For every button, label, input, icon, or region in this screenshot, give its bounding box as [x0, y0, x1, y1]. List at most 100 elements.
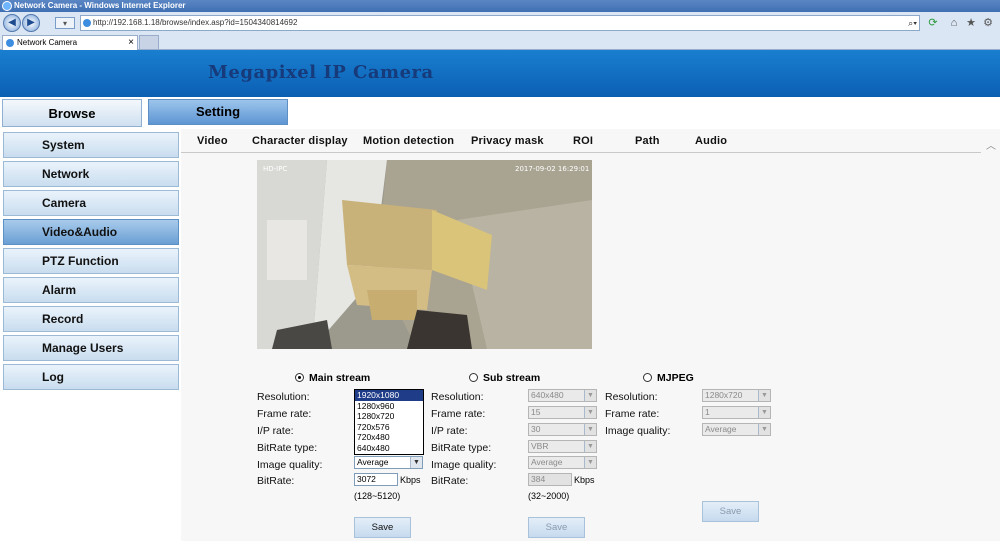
sub-save-button[interactable]: Save — [528, 517, 585, 538]
sub-bitrate-label: BitRate: — [431, 475, 469, 487]
back-arrow-icon[interactable]: ◀ — [3, 14, 21, 32]
camera-view-image: HD-IPC 2017-09-02 16:29:01 — [257, 160, 592, 349]
compat-view-icon[interactable]: ▾ — [55, 17, 75, 29]
browser-tab[interactable]: Network Camera × — [2, 35, 138, 50]
sidebar-item-video-audio[interactable]: Video&Audio — [3, 219, 179, 245]
sidebar-item-ptz-function[interactable]: PTZ Function — [3, 248, 179, 274]
tab-motion-detection[interactable]: Motion detection — [363, 135, 454, 147]
mjpeg-save-button[interactable]: Save — [702, 501, 759, 522]
favorites-star-icon[interactable]: ★ — [965, 17, 977, 29]
chevron-down-icon: ▼ — [758, 407, 770, 418]
home-icon[interactable]: ⌂ — [948, 17, 960, 29]
sub-image-quality-select[interactable]: Average ▼ — [528, 456, 597, 469]
sub-resolution-label: Resolution: — [431, 391, 484, 403]
sidebar-item-camera[interactable]: Camera — [3, 190, 179, 216]
chevron-down-icon: ▼ — [584, 390, 596, 401]
ie-logo-icon — [2, 1, 12, 11]
tab-privacy-mask[interactable]: Privacy mask — [471, 135, 544, 147]
mjpeg-radio[interactable]: MJPEG — [643, 372, 694, 384]
video-preview: HD-IPC 2017-09-02 16:29:01 — [257, 160, 592, 349]
window-title: Network Camera - Windows Internet Explor… — [14, 1, 186, 10]
tab-video[interactable]: Video — [197, 135, 228, 147]
mjpeg-resolution-value: 1280x720 — [705, 390, 743, 400]
url-field[interactable]: http://192.168.1.18/browse/index.asp?id=… — [80, 15, 920, 31]
chevron-down-icon: ▼ — [584, 441, 596, 452]
refresh-icon[interactable]: ⟳ — [927, 17, 939, 29]
window-title-bar: Network Camera - Windows Internet Explor… — [0, 0, 1000, 12]
forward-arrow-icon[interactable]: ▶ — [22, 14, 40, 32]
main-stream-radio[interactable]: Main stream — [295, 372, 370, 384]
main-image-quality-label: Image quality: — [257, 459, 323, 471]
main-resolution-dropdown-list[interactable]: 1920x1080 1280x960 1280x720 720x576 720x… — [354, 389, 424, 455]
sidebar-item-system[interactable]: System — [3, 132, 179, 158]
mjpeg-image-quality-label: Image quality: — [605, 425, 671, 437]
tab-label: Network Camera — [17, 38, 78, 47]
sub-ip-rate-value: 30 — [531, 424, 541, 434]
settings-gear-icon[interactable]: ⚙ — [982, 17, 994, 29]
main-resolution-label: Resolution: — [257, 391, 310, 403]
sub-ip-rate-label: I/P rate: — [431, 425, 468, 437]
mjpeg-image-quality-select[interactable]: Average ▼ — [702, 423, 771, 436]
page-favicon-icon — [83, 19, 91, 27]
resolution-option[interactable]: 1280x960 — [355, 401, 423, 412]
main-nav: Browse Setting — [0, 97, 1000, 129]
settings-tabs: Video Character display Motion detection… — [181, 133, 981, 153]
banner-title: Megapixel IP Camera — [208, 62, 434, 83]
sub-image-quality-value: Average — [531, 457, 563, 467]
search-dropdown-icon[interactable]: ⌕▾ — [908, 16, 917, 30]
main-bitrate-input[interactable]: 3072 — [354, 473, 398, 486]
mjpeg-frame-rate-label: Frame rate: — [605, 408, 660, 420]
content-panel: Video Character display Motion detection… — [181, 129, 1000, 541]
mjpeg-resolution-select[interactable]: 1280x720 ▼ — [702, 389, 771, 402]
sub-bitrate-range: (32~2000) — [528, 491, 570, 501]
browser-tab-bar: Network Camera × — [0, 34, 1000, 50]
chevron-down-icon: ▼ — [758, 390, 770, 401]
chevron-down-icon: ▼ — [758, 424, 770, 435]
resolution-option[interactable]: 1920x1080 — [355, 390, 423, 401]
chevron-down-icon: ▼ — [410, 457, 422, 468]
sidebar: System Network Camera Video&Audio PTZ Fu… — [0, 129, 181, 541]
tab-audio[interactable]: Audio — [695, 135, 727, 147]
url-text: http://192.168.1.18/browse/index.asp?id=… — [93, 18, 298, 27]
scroll-up-icon[interactable]: ︿ — [986, 137, 996, 152]
new-tab-button[interactable] — [139, 35, 159, 50]
mjpeg-label: MJPEG — [657, 372, 694, 384]
radio-empty-icon — [469, 373, 478, 382]
mjpeg-frame-rate-select[interactable]: 1 ▼ — [702, 406, 771, 419]
chevron-down-icon: ▼ — [584, 407, 596, 418]
sub-bitrate-type-select[interactable]: VBR ▼ — [528, 440, 597, 453]
tab-favicon-icon — [6, 39, 14, 47]
sub-ip-rate-select[interactable]: 30 ▼ — [528, 423, 597, 436]
tab-character-display[interactable]: Character display — [252, 135, 348, 147]
resolution-option[interactable]: 720x480 — [355, 432, 423, 443]
sub-stream-label: Sub stream — [483, 372, 541, 384]
sub-frame-rate-select[interactable]: 15 ▼ — [528, 406, 597, 419]
sub-bitrate-unit: Kbps — [574, 475, 595, 485]
sidebar-item-manage-users[interactable]: Manage Users — [3, 335, 179, 361]
resolution-option[interactable]: 1280x720 — [355, 411, 423, 422]
setting-button[interactable]: Setting — [148, 99, 288, 125]
sub-stream-radio[interactable]: Sub stream — [469, 372, 540, 384]
resolution-option[interactable]: 640x480 — [355, 443, 423, 454]
resolution-option[interactable]: 720x576 — [355, 422, 423, 433]
sidebar-item-network[interactable]: Network — [3, 161, 179, 187]
sidebar-item-record[interactable]: Record — [3, 306, 179, 332]
chevron-down-icon: ▼ — [584, 457, 596, 468]
main-bitrate-label: BitRate: — [257, 475, 295, 487]
browse-button[interactable]: Browse — [2, 99, 142, 127]
close-tab-icon[interactable]: × — [128, 36, 134, 50]
main-save-button[interactable]: Save — [354, 517, 411, 538]
sub-resolution-select[interactable]: 640x480 ▼ — [528, 389, 597, 402]
tab-roi[interactable]: ROI — [573, 135, 593, 147]
osd-camera-name: HD-IPC — [263, 165, 287, 173]
sidebar-item-log[interactable]: Log — [3, 364, 179, 390]
sub-bitrate-input[interactable]: 384 — [528, 473, 572, 486]
radio-empty-icon — [643, 373, 652, 382]
mjpeg-resolution-label: Resolution: — [605, 391, 658, 403]
chevron-down-icon: ▼ — [584, 424, 596, 435]
mjpeg-image-quality-value: Average — [705, 424, 737, 434]
main-image-quality-select[interactable]: Average ▼ — [354, 456, 423, 469]
tab-path[interactable]: Path — [635, 135, 660, 147]
main-bitrate-unit: Kbps — [400, 475, 421, 485]
sidebar-item-alarm[interactable]: Alarm — [3, 277, 179, 303]
